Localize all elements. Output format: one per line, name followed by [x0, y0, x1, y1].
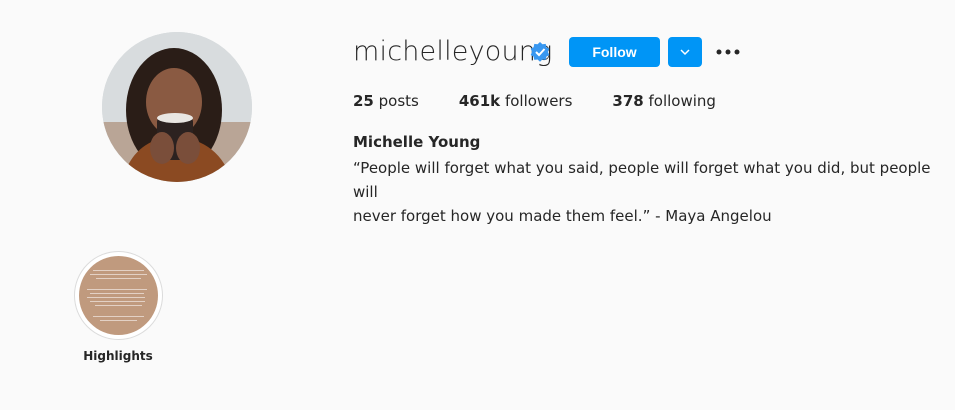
followers-stat[interactable]: 461k followers: [459, 92, 573, 110]
more-options-icon: [716, 49, 740, 55]
posts-stat: 25 posts: [353, 92, 419, 110]
bio-line: never forget how you made them feel.” - …: [353, 207, 772, 225]
following-label: following: [648, 92, 716, 110]
highlight-label: Highlights: [83, 349, 153, 363]
followers-label: followers: [504, 92, 573, 110]
highlight-cover-text: [87, 270, 150, 324]
avatar-image: [102, 32, 252, 182]
suggested-dropdown-button[interactable]: [668, 37, 702, 67]
bio-line: “People will forget what you said, peopl…: [353, 159, 931, 201]
highlight-cover: [79, 256, 158, 335]
profile-stats: 25 posts 461k followers 378 following: [353, 92, 756, 110]
story-highlight[interactable]: [74, 251, 163, 340]
profile-full-name: Michelle Young: [353, 133, 481, 151]
followers-count: 461k: [458, 92, 501, 110]
profile-username: michelleyoung: [353, 36, 553, 67]
following-stat[interactable]: 378 following: [612, 92, 716, 110]
verified-badge-icon: [530, 42, 550, 62]
following-count: 378: [612, 92, 644, 110]
profile-bio: “People will forget what you said, peopl…: [353, 156, 943, 228]
posts-label: posts: [378, 92, 419, 110]
more-options-button[interactable]: [712, 39, 744, 65]
follow-button[interactable]: Follow: [569, 37, 660, 67]
posts-count: 25: [353, 92, 374, 110]
chevron-down-icon: [680, 49, 690, 56]
profile-avatar[interactable]: [102, 32, 252, 182]
